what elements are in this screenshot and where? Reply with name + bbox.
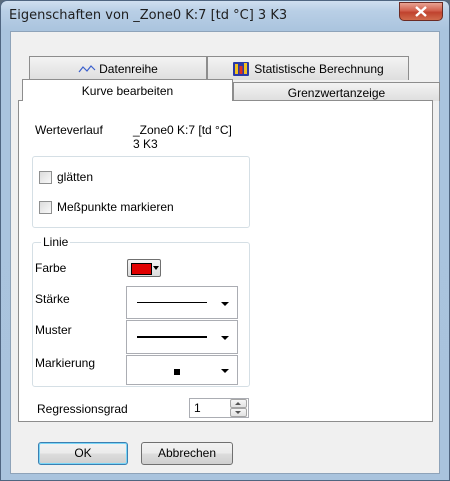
- staerke-select[interactable]: [126, 286, 238, 319]
- spin-down-button[interactable]: [230, 408, 247, 417]
- spin-up-button[interactable]: [230, 399, 247, 408]
- tab-kurve[interactable]: Kurve bearbeiten: [22, 79, 233, 101]
- cancel-button[interactable]: Abbrechen: [141, 442, 233, 465]
- regression-label: Regressionsgrad: [37, 402, 128, 416]
- chevron-down-icon: [153, 266, 159, 270]
- tab-grenzwert-label: Grenzwertanzeige: [287, 85, 386, 100]
- tab-kurve-label: Kurve bearbeiten: [81, 83, 174, 98]
- werteverlauf-value-line2: 3 K3: [133, 137, 158, 151]
- regression-input[interactable]: 1: [194, 401, 201, 415]
- ok-button[interactable]: OK: [38, 442, 128, 465]
- staerke-label: Stärke: [35, 292, 70, 306]
- mark-points-checkbox[interactable]: [39, 201, 52, 214]
- smooth-label[interactable]: glätten: [57, 170, 93, 184]
- tab-statistik-label: Statistische Berechnung: [254, 61, 384, 76]
- line-chart-icon: [78, 64, 96, 73]
- tab-statistik[interactable]: Statistische Berechnung: [207, 56, 409, 80]
- werteverlauf-value-line1: _Zone0 K:7 [td °C]: [133, 123, 232, 137]
- chevron-down-icon: [221, 301, 229, 306]
- close-icon: [415, 6, 427, 17]
- square-marker-icon: [174, 369, 180, 375]
- staerke-preview: [137, 302, 207, 303]
- mark-points-label[interactable]: Meßpunkte markieren: [57, 200, 174, 214]
- muster-label: Muster: [35, 323, 72, 337]
- color-picker-button[interactable]: [127, 259, 161, 277]
- dialog-window: Eigenschaften von _Zone0 K:7 [td °C] 3 K…: [0, 0, 450, 481]
- werteverlauf-label: Werteverlauf: [35, 123, 103, 137]
- tab-datenreihe[interactable]: Datenreihe: [29, 56, 207, 80]
- linie-group: Linie Farbe Stärke Muster Markierung: [32, 235, 250, 387]
- regression-spinner[interactable]: 1: [189, 398, 249, 418]
- color-swatch: [131, 263, 152, 275]
- chevron-down-icon: [235, 411, 241, 414]
- title-bar[interactable]: Eigenschaften von _Zone0 K:7 [td °C] 3 K…: [1, 1, 449, 31]
- tab-datenreihe-label: Datenreihe: [99, 61, 158, 76]
- window-title: Eigenschaften von _Zone0 K:7 [td °C] 3 K…: [9, 8, 288, 23]
- chevron-down-icon: [221, 336, 229, 340]
- tab-grenzwert[interactable]: Grenzwertanzeige: [233, 82, 440, 101]
- close-button[interactable]: [399, 2, 443, 21]
- options-group: glätten Meßpunkte markieren: [32, 156, 250, 228]
- werteverlauf-value: _Zone0 K:7 [td °C] 3 K3: [133, 123, 232, 151]
- tab-panel-kurve: Werteverlauf _Zone0 K:7 [td °C] 3 K3 glä…: [18, 100, 433, 422]
- muster-select[interactable]: [126, 320, 238, 354]
- chevron-down-icon: [221, 369, 229, 373]
- smooth-checkbox[interactable]: [39, 171, 52, 184]
- markierung-select[interactable]: [126, 355, 238, 385]
- muster-preview: [137, 336, 207, 338]
- markierung-label: Markierung: [35, 356, 96, 370]
- chevron-up-icon: [235, 402, 241, 405]
- farbe-label: Farbe: [35, 261, 67, 275]
- linie-legend: Linie: [41, 235, 71, 249]
- statistics-icon: [233, 61, 250, 76]
